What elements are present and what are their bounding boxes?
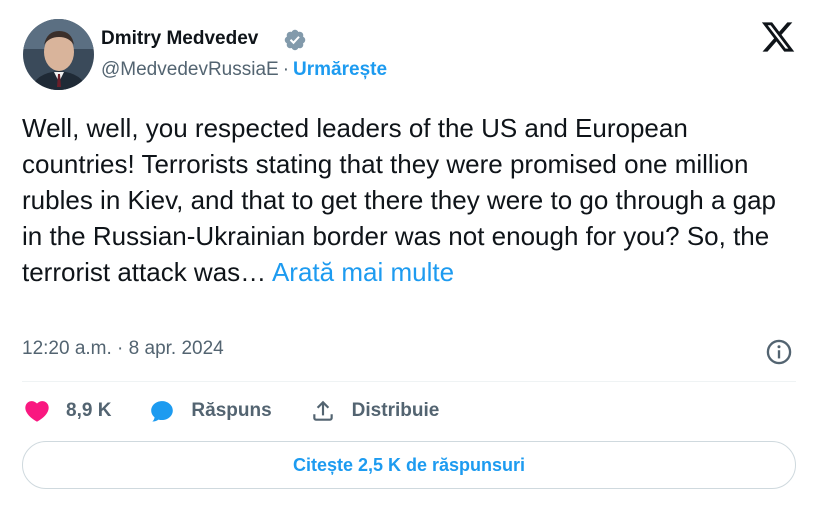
author-name[interactable]: Dmitry Medvedev [101, 28, 258, 50]
tweet-card: Dmitry Medvedev @MedvedevRussiaE · Urmăreș… [0, 0, 818, 511]
x-logo-icon[interactable] [760, 19, 796, 55]
tweet-text: Well, well, you respected leaders of the… [22, 110, 792, 290]
action-bar: 8,9 K Răspuns Distribuie [22, 395, 475, 427]
tweet-timestamp[interactable]: 12:20 a.m. · 8 apr. 2024 [22, 338, 224, 360]
like-button[interactable]: 8,9 K [22, 396, 111, 426]
follow-button[interactable]: Urmărește [293, 59, 387, 80]
reply-button[interactable]: Răspuns [147, 396, 272, 426]
avatar-image [23, 19, 94, 90]
verified-badge-icon [284, 29, 306, 51]
divider [22, 381, 796, 382]
show-more-link[interactable]: Arată mai multe [272, 257, 454, 287]
handle-row: @MedvedevRussiaE · Urmărește [101, 59, 387, 81]
reply-label: Răspuns [191, 400, 272, 421]
read-replies-label: Citește 2,5 K de răspunsuri [292, 454, 526, 475]
share-label: Distribuie [351, 400, 440, 421]
author-handle[interactable]: @MedvedevRussiaE [101, 59, 279, 80]
separator-dot: · [282, 59, 290, 80]
info-icon[interactable] [765, 338, 793, 366]
heart-icon [22, 396, 52, 426]
share-upload-icon [308, 396, 338, 426]
avatar[interactable] [23, 19, 94, 90]
like-count: 8,9 K [66, 400, 112, 421]
read-replies-button[interactable]: Citește 2,5 K de răspunsuri [22, 441, 796, 489]
reply-bubble-icon [147, 396, 177, 426]
share-button[interactable]: Distribuie [308, 396, 440, 426]
